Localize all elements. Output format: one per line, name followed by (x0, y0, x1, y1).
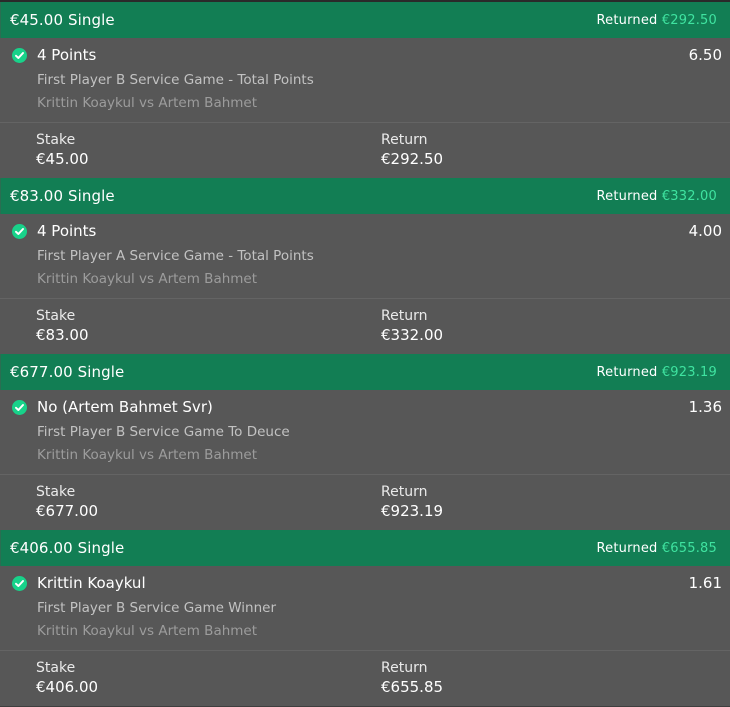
bet-title: €677.00 Single (10, 363, 125, 381)
odds: 6.50 (688, 46, 722, 64)
returned-info: Returned €655.85 (596, 541, 717, 556)
selection-name: 4 Points (37, 46, 97, 64)
stake-label: Stake (36, 308, 76, 324)
selection-details: Krittin Koaykul 1.61 First Player B Serv… (0, 566, 730, 651)
stake-return-row: Stake €83.00 Return €332.00 (0, 299, 730, 355)
stake-return-row: Stake €406.00 Return €655.85 (0, 651, 730, 707)
returned-info: Returned €923.19 (596, 365, 717, 380)
odds: 1.36 (688, 398, 722, 416)
returned-label: Returned (596, 13, 658, 28)
return-value: €655.85 (381, 678, 444, 696)
market-name: First Player B Service Game To Deuce (37, 424, 290, 440)
return-value: €923.19 (381, 502, 444, 520)
bet-title: €83.00 Single (10, 187, 115, 205)
bet-header[interactable]: €83.00 Single Returned €332.00 (0, 178, 730, 214)
return-label: Return (381, 484, 428, 500)
odds: 1.61 (688, 574, 722, 592)
event-name: Krittin Koaykul vs Artem Bahmet (37, 95, 258, 111)
bet-header[interactable]: €406.00 Single Returned €655.85 (0, 530, 730, 566)
selection-name: No (Artem Bahmet Svr) (37, 398, 213, 416)
market-name: First Player A Service Game - Total Poin… (37, 248, 314, 264)
returned-amount: €923.19 (661, 365, 717, 380)
returned-amount: €332.00 (661, 189, 717, 204)
selection-details: No (Artem Bahmet Svr) 1.36 First Player … (0, 390, 730, 475)
bet-header[interactable]: €677.00 Single Returned €923.19 (0, 354, 730, 390)
returned-label: Returned (596, 365, 658, 380)
selection-name: 4 Points (37, 222, 97, 240)
check-circle-icon (12, 576, 27, 591)
settled-bets-list: €45.00 Single Returned €292.50 4 Points … (0, 2, 730, 707)
returned-info: Returned €332.00 (596, 189, 717, 204)
return-label: Return (381, 308, 428, 324)
stake-label: Stake (36, 660, 76, 676)
stake-label: Stake (36, 132, 76, 148)
return-value: €292.50 (381, 150, 444, 168)
stake-label: Stake (36, 484, 76, 500)
bet-title: €45.00 Single (10, 11, 115, 29)
bet-card[interactable]: €677.00 Single Returned €923.19 No (Arte… (0, 354, 730, 531)
returned-label: Returned (596, 189, 658, 204)
check-circle-icon (12, 224, 27, 239)
odds: 4.00 (688, 222, 722, 240)
market-name: First Player B Service Game - Total Poin… (37, 72, 314, 88)
returned-info: Returned €292.50 (596, 13, 717, 28)
stake-value: €45.00 (36, 150, 89, 168)
event-name: Krittin Koaykul vs Artem Bahmet (37, 271, 258, 287)
bet-card[interactable]: €45.00 Single Returned €292.50 4 Points … (0, 2, 730, 179)
selection-details: 4 Points 6.50 First Player B Service Gam… (0, 38, 730, 123)
returned-label: Returned (596, 541, 658, 556)
stake-value: €677.00 (36, 502, 99, 520)
stake-return-row: Stake €677.00 Return €923.19 (0, 475, 730, 531)
returned-amount: €292.50 (661, 13, 717, 28)
bet-header[interactable]: €45.00 Single Returned €292.50 (0, 2, 730, 38)
stake-value: €406.00 (36, 678, 99, 696)
selection-details: 4 Points 4.00 First Player A Service Gam… (0, 214, 730, 299)
event-name: Krittin Koaykul vs Artem Bahmet (37, 447, 258, 463)
check-circle-icon (12, 400, 27, 415)
return-label: Return (381, 660, 428, 676)
market-name: First Player B Service Game Winner (37, 600, 276, 616)
bet-card[interactable]: €83.00 Single Returned €332.00 4 Points … (0, 178, 730, 355)
stake-value: €83.00 (36, 326, 89, 344)
check-circle-icon (12, 48, 27, 63)
return-value: €332.00 (381, 326, 444, 344)
selection-name: Krittin Koaykul (37, 574, 146, 592)
return-label: Return (381, 132, 428, 148)
event-name: Krittin Koaykul vs Artem Bahmet (37, 623, 258, 639)
bet-card[interactable]: €406.00 Single Returned €655.85 Krittin … (0, 530, 730, 707)
returned-amount: €655.85 (661, 541, 717, 556)
stake-return-row: Stake €45.00 Return €292.50 (0, 123, 730, 179)
bet-title: €406.00 Single (10, 539, 125, 557)
